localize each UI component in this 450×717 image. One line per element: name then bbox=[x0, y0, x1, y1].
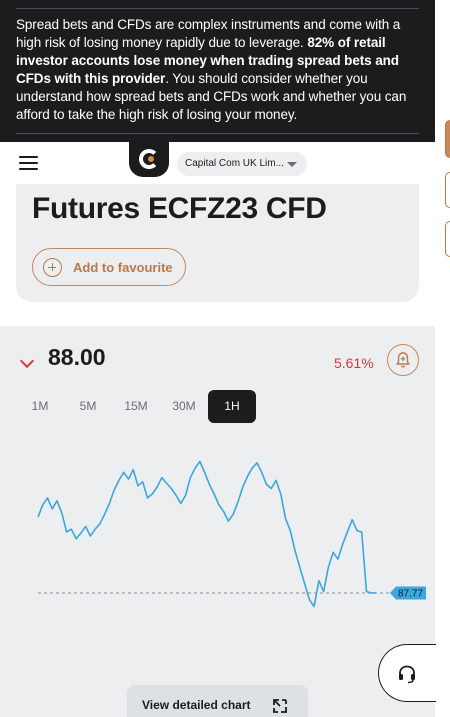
timeframe-1m[interactable]: 1M bbox=[16, 390, 64, 423]
support-chat-button[interactable] bbox=[378, 644, 436, 702]
side-tab-tertiary[interactable] bbox=[445, 221, 450, 257]
view-detailed-chart-button[interactable]: View detailed chart bbox=[127, 685, 308, 717]
timeframe-5m[interactable]: 5M bbox=[64, 390, 112, 423]
side-tab-secondary[interactable] bbox=[445, 172, 450, 208]
favourite-label: Add to favourite bbox=[73, 260, 173, 275]
headset-icon bbox=[399, 665, 415, 684]
plus-circle-icon bbox=[43, 258, 62, 277]
timeframe-15m[interactable]: 15M bbox=[112, 390, 160, 423]
right-edge-strip bbox=[435, 0, 450, 717]
banner-divider-top bbox=[16, 8, 419, 9]
entity-label: Capital Com UK Lim... bbox=[185, 158, 284, 169]
chevron-down-icon bbox=[19, 353, 35, 369]
timeframe-30m[interactable]: 30M bbox=[160, 390, 208, 423]
current-price: 88.00 bbox=[48, 344, 106, 370]
instrument-card: Futures ECFZ23 CFD Add to favourite bbox=[16, 184, 419, 302]
expand-icon bbox=[273, 699, 287, 713]
risk-warning-text: Spread bets and CFDs are complex instrum… bbox=[16, 16, 419, 124]
timeframe-1h[interactable]: 1H bbox=[208, 390, 256, 423]
detail-button-label: View detailed chart bbox=[142, 698, 251, 712]
last-price-label: 87.77 bbox=[398, 588, 423, 599]
price-series-line bbox=[37, 460, 376, 608]
price-change-percent: 5.61% bbox=[334, 355, 374, 371]
last-price-tag: 87.77 bbox=[390, 586, 426, 600]
bell-plus-icon bbox=[396, 352, 410, 368]
top-header: Capital Com UK Lim... bbox=[0, 142, 435, 184]
instrument-title: Futures ECFZ23 CFD bbox=[32, 192, 327, 225]
add-to-favourite-button[interactable]: Add to favourite bbox=[32, 248, 186, 286]
risk-warning-banner: Spread bets and CFDs are complex instrum… bbox=[0, 0, 435, 142]
price-chart[interactable]: 87.77 bbox=[0, 436, 435, 636]
page: Spread bets and CFDs are complex instrum… bbox=[0, 0, 450, 717]
entity-selector[interactable]: Capital Com UK Lim... bbox=[177, 152, 307, 176]
chart-panel: 88.00 5.61% 1M 5M 15M 30M 1H 87.77 View … bbox=[0, 326, 435, 717]
logo-dot bbox=[148, 156, 154, 162]
price-alert-button[interactable] bbox=[387, 344, 419, 376]
capital-com-logo[interactable] bbox=[129, 142, 169, 177]
hamburger-menu-icon[interactable] bbox=[19, 156, 38, 170]
banner-divider-bottom bbox=[16, 133, 419, 134]
caret-down-icon bbox=[287, 162, 297, 167]
side-tab-primary[interactable] bbox=[445, 120, 450, 158]
